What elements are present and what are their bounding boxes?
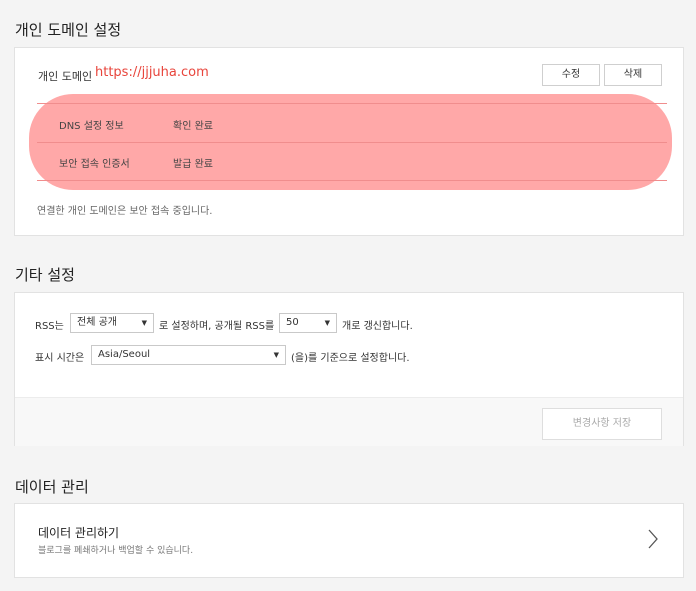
other-settings-card: RSS는 전체 공개 ▼ 로 설정하며, 공개될 RSS를 50 ▼ 개로 갱신… (14, 292, 684, 446)
rss-scope-select[interactable]: 전체 공개 ▼ (70, 313, 154, 333)
rss-count-select[interactable]: 50 ▼ (279, 313, 337, 333)
domain-card: 개인 도메인 https://jjjuha.com 수정 삭제 DNS 설정 정… (14, 47, 684, 236)
chevron-right-icon (648, 529, 658, 549)
dropdown-caret-icon: ▼ (141, 319, 147, 327)
dns-status-row: DNS 설정 정보 확인 완료 (37, 104, 667, 142)
data-management-subtitle: 블로그를 폐쇄하거나 백업할 수 있습니다. (38, 546, 194, 556)
dns-status-label: DNS 설정 정보 (59, 121, 124, 132)
domain-url-link[interactable]: https://jjjuha.com (95, 65, 209, 80)
settings-footer: 변경사항 저장 (15, 397, 683, 446)
other-section-title: 기타 설정 (15, 266, 75, 284)
rss-suffix-text: 개로 갱신합니다. (342, 321, 413, 332)
rss-prefix-text: RSS는 (35, 321, 64, 332)
save-changes-button[interactable]: 변경사항 저장 (542, 408, 662, 440)
ssl-status-row: 보안 접속 인증서 발급 완료 (37, 142, 667, 180)
data-management-card[interactable]: 데이터 관리하기 블로그를 폐쇄하거나 백업할 수 있습니다. (14, 503, 684, 578)
rss-middle-text: 로 설정하며, 공개될 RSS를 (159, 321, 275, 332)
delete-button[interactable]: 삭제 (604, 64, 662, 86)
rss-scope-value: 전체 공개 (77, 317, 117, 328)
divider (37, 180, 667, 181)
data-management-title: 데이터 관리하기 (38, 526, 120, 540)
dropdown-caret-icon: ▼ (324, 319, 330, 327)
rss-count-value: 50 (286, 317, 299, 328)
domain-section-title: 개인 도메인 설정 (15, 21, 122, 39)
data-section-title: 데이터 관리 (15, 478, 89, 496)
dropdown-caret-icon: ▼ (273, 351, 279, 359)
domain-note: 연결한 개인 도메인은 보안 접속 중입니다. (37, 206, 213, 217)
edit-button[interactable]: 수정 (542, 64, 600, 86)
timezone-value: Asia/Seoul (98, 349, 151, 360)
timezone-select[interactable]: Asia/Seoul ▼ (91, 345, 286, 365)
ssl-status-value: 발급 완료 (173, 159, 213, 170)
domain-label: 개인 도메인 (38, 70, 93, 83)
dns-status-value: 확인 완료 (173, 121, 213, 132)
time-prefix-text: 표시 시간은 (35, 353, 85, 364)
ssl-status-label: 보안 접속 인증서 (59, 159, 130, 170)
time-suffix-text: (을)를 기준으로 설정합니다. (291, 353, 410, 364)
